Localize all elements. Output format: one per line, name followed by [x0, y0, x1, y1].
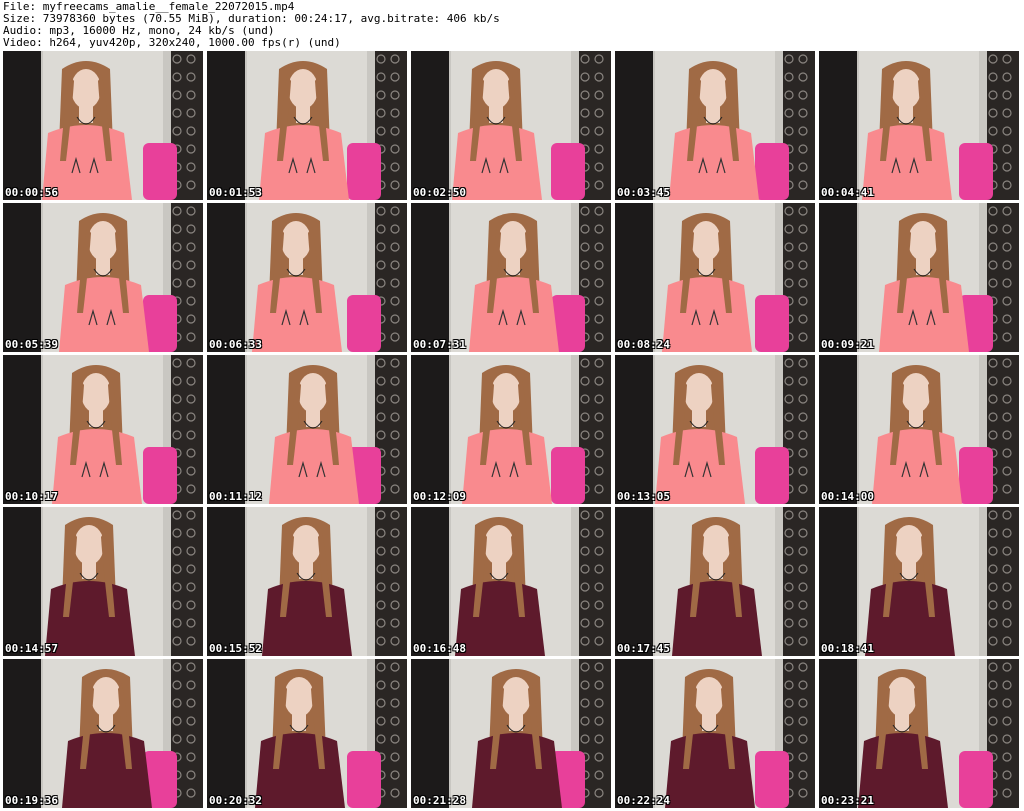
thumbnail-frame: 00:19:36 [3, 659, 203, 808]
thumbnail-frame: 00:05:39 [3, 203, 203, 352]
frame-scene [615, 507, 815, 656]
frame-scene [411, 51, 611, 200]
frame-timestamp: 00:14:00 [821, 490, 874, 503]
frame-timestamp: 00:15:52 [209, 642, 262, 655]
thumbnail-frame: 00:10:17 [3, 355, 203, 504]
frame-scene [615, 203, 815, 352]
frame-timestamp: 00:21:28 [413, 794, 466, 807]
video-info-line: Video: h264, yuv420p, 320x240, 1000.00 f… [3, 36, 341, 49]
thumbnail-frame: 00:06:33 [207, 203, 407, 352]
thumbnail-frame: 00:21:28 [411, 659, 611, 808]
frame-scene [411, 355, 611, 504]
frame-scene [819, 355, 1019, 504]
frame-timestamp: 00:22:24 [617, 794, 670, 807]
frame-timestamp: 00:18:41 [821, 642, 874, 655]
frame-scene [3, 355, 203, 504]
thumbnail-frame: 00:04:41 [819, 51, 1019, 200]
frame-scene [819, 659, 1019, 808]
thumbnail-frame: 00:18:41 [819, 507, 1019, 656]
thumbnail-frame: 00:09:21 [819, 203, 1019, 352]
frame-scene [819, 51, 1019, 200]
file-info-header: File: myfreecams_amalie__female_22072015… [0, 0, 1024, 50]
thumbnail-frame: 00:14:00 [819, 355, 1019, 504]
frame-timestamp: 00:02:50 [413, 186, 466, 199]
thumbnail-frame: 00:00:56 [3, 51, 203, 200]
frame-scene [207, 203, 407, 352]
frame-timestamp: 00:17:45 [617, 642, 670, 655]
frame-scene [615, 659, 815, 808]
thumbnail-frame: 00:16:48 [411, 507, 611, 656]
frame-timestamp: 00:07:31 [413, 338, 466, 351]
thumbnail-frame: 00:13:05 [615, 355, 815, 504]
thumbnail-frame: 00:14:57 [3, 507, 203, 656]
thumbnail-frame: 00:01:53 [207, 51, 407, 200]
thumbnail-frame: 00:11:12 [207, 355, 407, 504]
frame-timestamp: 00:19:36 [5, 794, 58, 807]
frame-scene [819, 507, 1019, 656]
frame-timestamp: 00:13:05 [617, 490, 670, 503]
thumbnail-frame: 00:02:50 [411, 51, 611, 200]
frame-timestamp: 00:14:57 [5, 642, 58, 655]
thumbnail-frame: 00:22:24 [615, 659, 815, 808]
frame-scene [411, 203, 611, 352]
frame-timestamp: 00:10:17 [5, 490, 58, 503]
thumbnail-frame: 00:15:52 [207, 507, 407, 656]
frame-timestamp: 00:04:41 [821, 186, 874, 199]
thumbnail-frame: 00:20:32 [207, 659, 407, 808]
frame-scene [3, 659, 203, 808]
thumbnail-frame: 00:03:45 [615, 51, 815, 200]
thumbnail-frame: 00:12:09 [411, 355, 611, 504]
frame-scene [207, 507, 407, 656]
thumbnail-grid: 00:00:56 00:01:53 00:02:50 00:03:45 00:04:41… [0, 50, 1024, 811]
thumbnail-frame: 00:07:31 [411, 203, 611, 352]
frame-timestamp: 00:01:53 [209, 186, 262, 199]
frame-scene [411, 507, 611, 656]
frame-scene [3, 203, 203, 352]
frame-scene [207, 51, 407, 200]
frame-timestamp: 00:03:45 [617, 186, 670, 199]
frame-timestamp: 00:20:32 [209, 794, 262, 807]
thumbnail-frame: 00:23:21 [819, 659, 1019, 808]
thumbnail-frame: 00:08:24 [615, 203, 815, 352]
frame-scene [615, 51, 815, 200]
frame-timestamp: 00:06:33 [209, 338, 262, 351]
frame-scene [3, 51, 203, 200]
frame-timestamp: 00:23:21 [821, 794, 874, 807]
frame-timestamp: 00:00:56 [5, 186, 58, 199]
frame-scene [207, 355, 407, 504]
frame-scene [207, 659, 407, 808]
frame-timestamp: 00:11:12 [209, 490, 262, 503]
frame-timestamp: 00:12:09 [413, 490, 466, 503]
frame-scene [819, 203, 1019, 352]
frame-scene [3, 507, 203, 656]
frame-timestamp: 00:05:39 [5, 338, 58, 351]
frame-timestamp: 00:08:24 [617, 338, 670, 351]
frame-scene [615, 355, 815, 504]
frame-timestamp: 00:16:48 [413, 642, 466, 655]
thumbnail-frame: 00:17:45 [615, 507, 815, 656]
frame-timestamp: 00:09:21 [821, 338, 874, 351]
frame-scene [411, 659, 611, 808]
